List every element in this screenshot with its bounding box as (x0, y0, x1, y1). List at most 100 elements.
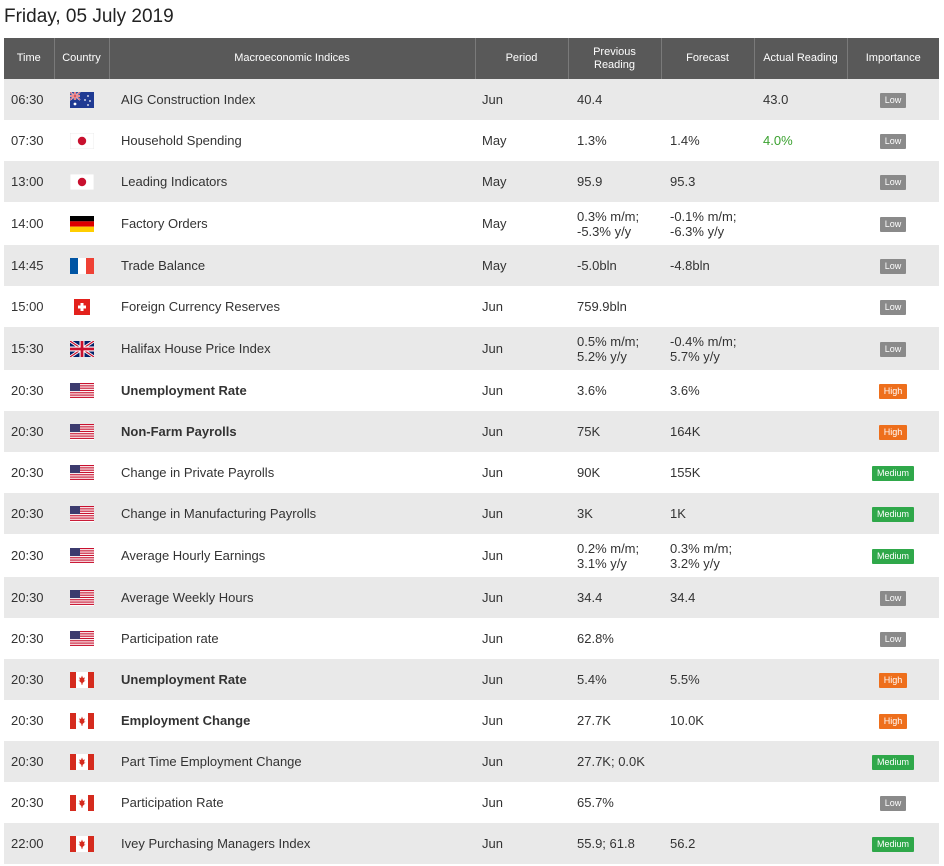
forecast-cell (661, 286, 754, 327)
country-cell (54, 823, 109, 864)
country-cell (54, 411, 109, 452)
importance-cell: Low (847, 161, 939, 202)
indicator-name: Participation rate (109, 618, 475, 659)
indicator-name: Unemployment Rate (109, 659, 475, 700)
table-row: 20:30 Unemployment Rate Jun 3.6% 3.6% High (4, 370, 939, 411)
importance-cell: Low (847, 327, 939, 370)
table-row: 13:00 Leading Indicators May 95.9 95.3 Low (4, 161, 939, 202)
period-cell: Jun (475, 370, 568, 411)
uk-flag-icon (69, 340, 94, 357)
time-cell: 20:30 (4, 370, 54, 411)
time-cell: 20:30 (4, 452, 54, 493)
period-cell: Jun (475, 659, 568, 700)
time-cell: 15:00 (4, 286, 54, 327)
period-cell: May (475, 202, 568, 245)
previous-cell: 90K (568, 452, 661, 493)
time-cell: 20:30 (4, 782, 54, 823)
forecast-cell: -0.1% m/m; -6.3% y/y (661, 202, 754, 245)
indicator-name: Leading Indicators (109, 161, 475, 202)
header-time: Time (4, 38, 55, 79)
indicator-name: Part Time Employment Change (109, 741, 475, 782)
previous-cell: 3K (568, 493, 661, 534)
header-period: Period (475, 38, 569, 79)
importance-cell: Low (847, 202, 939, 245)
table-row: 06:30 AIG Construction Index Jun 40.4 43.0 Lo… (4, 79, 939, 120)
period-cell: May (475, 120, 568, 161)
time-cell: 20:30 (4, 493, 54, 534)
table-row: 20:30 Unemployment Rate Jun 5.4% 5.5% High (4, 659, 939, 700)
importance-badge: Low (879, 591, 907, 606)
previous-cell: 55.9; 61.8 (568, 823, 661, 864)
importance-badge: High (878, 714, 908, 729)
forecast-cell: 155K (661, 452, 754, 493)
importance-badge: Medium (871, 755, 914, 770)
time-cell: 06:30 (4, 79, 54, 120)
actual-cell: 4.0% (754, 120, 847, 161)
header-country: Country (54, 38, 110, 79)
france-flag-icon (69, 257, 94, 274)
table-row: 20:30 Change in Private Payrolls Jun 90K 155… (4, 452, 939, 493)
period-cell: Jun (475, 782, 568, 823)
table-row: 20:30 Average Weekly Hours Jun 34.4 34.4 Low (4, 577, 939, 618)
indicator-name: Average Hourly Earnings (109, 534, 475, 577)
previous-cell: 759.9bln (568, 286, 661, 327)
canada-flag-icon (69, 671, 94, 688)
importance-badge: Medium (871, 549, 914, 564)
importance-badge: Low (879, 300, 907, 315)
time-cell: 20:30 (4, 741, 54, 782)
country-cell (54, 327, 109, 370)
canada-flag-icon (69, 835, 94, 852)
actual-cell: 43.0 (754, 79, 847, 120)
japan-flag-icon (69, 132, 94, 149)
actual-cell (754, 245, 847, 286)
indicator-name: Trade Balance (109, 245, 475, 286)
forecast-cell: 34.4 (661, 577, 754, 618)
importance-cell: High (847, 370, 939, 411)
period-cell: May (475, 161, 568, 202)
previous-cell: 62.8% (568, 618, 661, 659)
forecast-cell: 1K (661, 493, 754, 534)
page-title: Friday, 05 July 2019 (4, 6, 174, 27)
importance-cell: Low (847, 618, 939, 659)
previous-cell: 65.7% (568, 782, 661, 823)
forecast-cell (661, 618, 754, 659)
forecast-cell: 0.3% m/m; 3.2% y/y (661, 534, 754, 577)
period-cell: Jun (475, 411, 568, 452)
importance-cell: Medium (847, 823, 939, 864)
indicator-name: Unemployment Rate (109, 370, 475, 411)
forecast-cell (661, 79, 754, 120)
previous-cell: 27.7K (568, 700, 661, 741)
indicator-name: Participation Rate (109, 782, 475, 823)
country-cell (54, 370, 109, 411)
canada-flag-icon (69, 753, 94, 770)
country-cell (54, 286, 109, 327)
period-cell: Jun (475, 823, 568, 864)
usa-flag-icon (69, 464, 94, 481)
actual-cell (754, 659, 847, 700)
importance-badge: Low (879, 134, 907, 149)
importance-cell: Low (847, 782, 939, 823)
previous-cell: 0.5% m/m; 5.2% y/y (568, 327, 661, 370)
usa-flag-icon (69, 382, 94, 399)
time-cell: 15:30 (4, 327, 54, 370)
table-row: 14:00 Factory Orders May 0.3% m/m; -5.3% y/… (4, 202, 939, 245)
country-cell (54, 577, 109, 618)
importance-cell: Low (847, 577, 939, 618)
period-cell: May (475, 245, 568, 286)
importance-cell: Low (847, 245, 939, 286)
forecast-cell: 56.2 (661, 823, 754, 864)
time-cell: 20:30 (4, 534, 54, 577)
importance-cell: Medium (847, 741, 939, 782)
actual-cell (754, 534, 847, 577)
period-cell: Jun (475, 741, 568, 782)
header-indices: Macroeconomic Indices (109, 38, 476, 79)
previous-cell: 5.4% (568, 659, 661, 700)
importance-cell: High (847, 700, 939, 741)
time-cell: 14:45 (4, 245, 54, 286)
australia-flag-icon (69, 91, 94, 108)
time-cell: 13:00 (4, 161, 54, 202)
table-row: 20:30 Part Time Employment Change Jun 27.7K… (4, 741, 939, 782)
importance-badge: Low (879, 342, 907, 357)
actual-cell (754, 493, 847, 534)
forecast-cell: -0.4% m/m; 5.7% y/y (661, 327, 754, 370)
